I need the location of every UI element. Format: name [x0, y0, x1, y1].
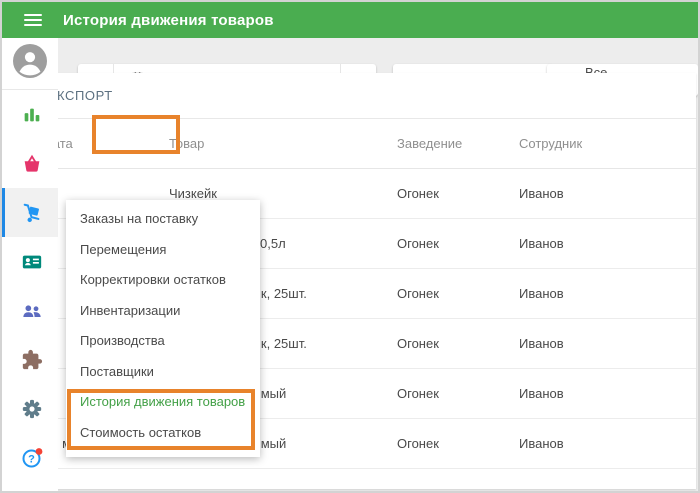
- basket-icon: [21, 153, 43, 175]
- menu-item-productions[interactable]: Производства: [66, 326, 260, 357]
- menu-item-product-movement-history[interactable]: История движения товаров: [66, 387, 260, 418]
- menu-item-supply-orders[interactable]: Заказы на поставку: [66, 204, 260, 235]
- cell-venue: Огонек: [397, 286, 439, 301]
- table-header: Дата Товар Заведение Сотрудник: [22, 119, 696, 169]
- puzzle-icon: [21, 349, 43, 371]
- menu-item-stock-adjustments[interactable]: Корректировки остатков: [66, 265, 260, 296]
- cell-employee: Иванов: [519, 386, 564, 401]
- sidebar-item-settings[interactable]: [2, 384, 58, 433]
- page-title: История движения товаров: [63, 11, 274, 29]
- app-window: История движения товаров ? ЭКСПОРТ Дата …: [0, 0, 700, 493]
- menu-item-inventories[interactable]: Инвентаризации: [66, 296, 260, 327]
- cell-employee: Иванов: [519, 436, 564, 451]
- sidebar-item-profile[interactable]: [2, 38, 58, 90]
- column-header-date: Дата: [44, 136, 73, 151]
- help-question-icon: ?: [20, 446, 44, 470]
- column-header-employee: Сотрудник: [519, 136, 583, 151]
- hand-truck-icon: [21, 202, 43, 224]
- cell-employee: Иванов: [519, 236, 564, 251]
- sidebar: ?: [2, 38, 58, 491]
- supply-section-menu: Заказы на поставку Перемещения Корректир…: [66, 200, 260, 457]
- sidebar-item-sales[interactable]: [2, 139, 58, 188]
- menu-item-suppliers[interactable]: Поставщики: [66, 357, 260, 388]
- cell-venue: Огонек: [397, 186, 439, 201]
- column-header-venue: Заведение: [397, 136, 463, 151]
- cell-employee: Иванов: [519, 336, 564, 351]
- hamburger-menu-icon[interactable]: [24, 14, 42, 26]
- app-bar: История движения товаров: [2, 2, 698, 38]
- sidebar-item-apps[interactable]: [2, 335, 58, 384]
- sidebar-item-stats[interactable]: [2, 90, 58, 139]
- cell-product: Чизкейк: [169, 186, 217, 201]
- svg-text:?: ?: [28, 453, 35, 465]
- cell-employee: Иванов: [519, 286, 564, 301]
- column-header-product: Товар: [169, 136, 205, 151]
- menu-item-stock-value[interactable]: Стоимость остатков: [66, 418, 260, 449]
- sidebar-item-supply[interactable]: [2, 188, 58, 237]
- sidebar-item-access-card[interactable]: [2, 237, 58, 286]
- cell-venue: Огонек: [397, 336, 439, 351]
- export-row: ЭКСПОРТ: [22, 73, 696, 119]
- sidebar-item-help[interactable]: ?: [2, 433, 58, 482]
- avatar-icon: [13, 44, 47, 83]
- cell-venue: Огонек: [397, 436, 439, 451]
- id-card-icon: [21, 251, 43, 273]
- cell-venue: Огонек: [397, 236, 439, 251]
- cell-venue: Огонек: [397, 386, 439, 401]
- people-icon: [21, 300, 43, 322]
- gear-icon: [21, 398, 43, 420]
- cell-employee: Иванов: [519, 186, 564, 201]
- sidebar-item-staff[interactable]: [2, 286, 58, 335]
- menu-item-transfers[interactable]: Перемещения: [66, 235, 260, 266]
- bar-chart-icon: [21, 104, 43, 126]
